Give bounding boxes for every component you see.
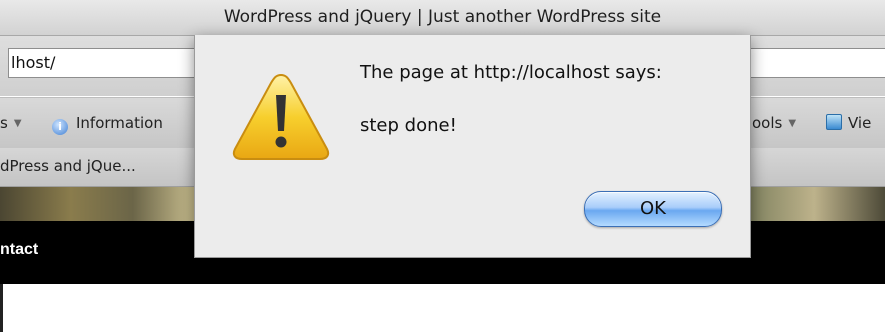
dialog-origin-text: The page at http://localhost says: xyxy=(360,62,662,83)
window-title: WordPress and jQuery | Just another Word… xyxy=(223,7,662,27)
warning-icon xyxy=(232,73,330,160)
dropdown-arrow-icon: ▼ xyxy=(13,118,22,129)
dialog-message: step done! xyxy=(360,115,457,136)
toolbar-item-label: Information xyxy=(76,114,163,132)
toolbar-item-label: Vie xyxy=(848,114,872,132)
toolbar-item-cut-left[interactable]: s ▼ xyxy=(0,114,28,132)
toolbar-item-view[interactable]: Vie xyxy=(826,114,871,132)
toolbar-item-information[interactable]: i Information xyxy=(52,114,163,135)
toolbar-item-tools[interactable]: ools ▼ xyxy=(752,114,802,132)
info-icon: i xyxy=(52,119,68,135)
window-titlebar: WordPress and jQuery | Just another Word… xyxy=(0,0,885,36)
toolbar-item-label: s xyxy=(0,114,8,132)
view-icon xyxy=(826,114,842,130)
tab-wordpress-jquery[interactable]: dPress and jQue... xyxy=(0,157,136,175)
ok-button[interactable]: OK xyxy=(584,191,722,227)
page-content xyxy=(0,284,885,332)
alert-dialog: The page at http://localhost says: step … xyxy=(194,35,751,258)
toolbar-item-label: ools xyxy=(752,114,783,132)
dropdown-arrow-icon: ▼ xyxy=(788,118,797,129)
nav-item-contact[interactable]: ntact xyxy=(0,241,38,259)
